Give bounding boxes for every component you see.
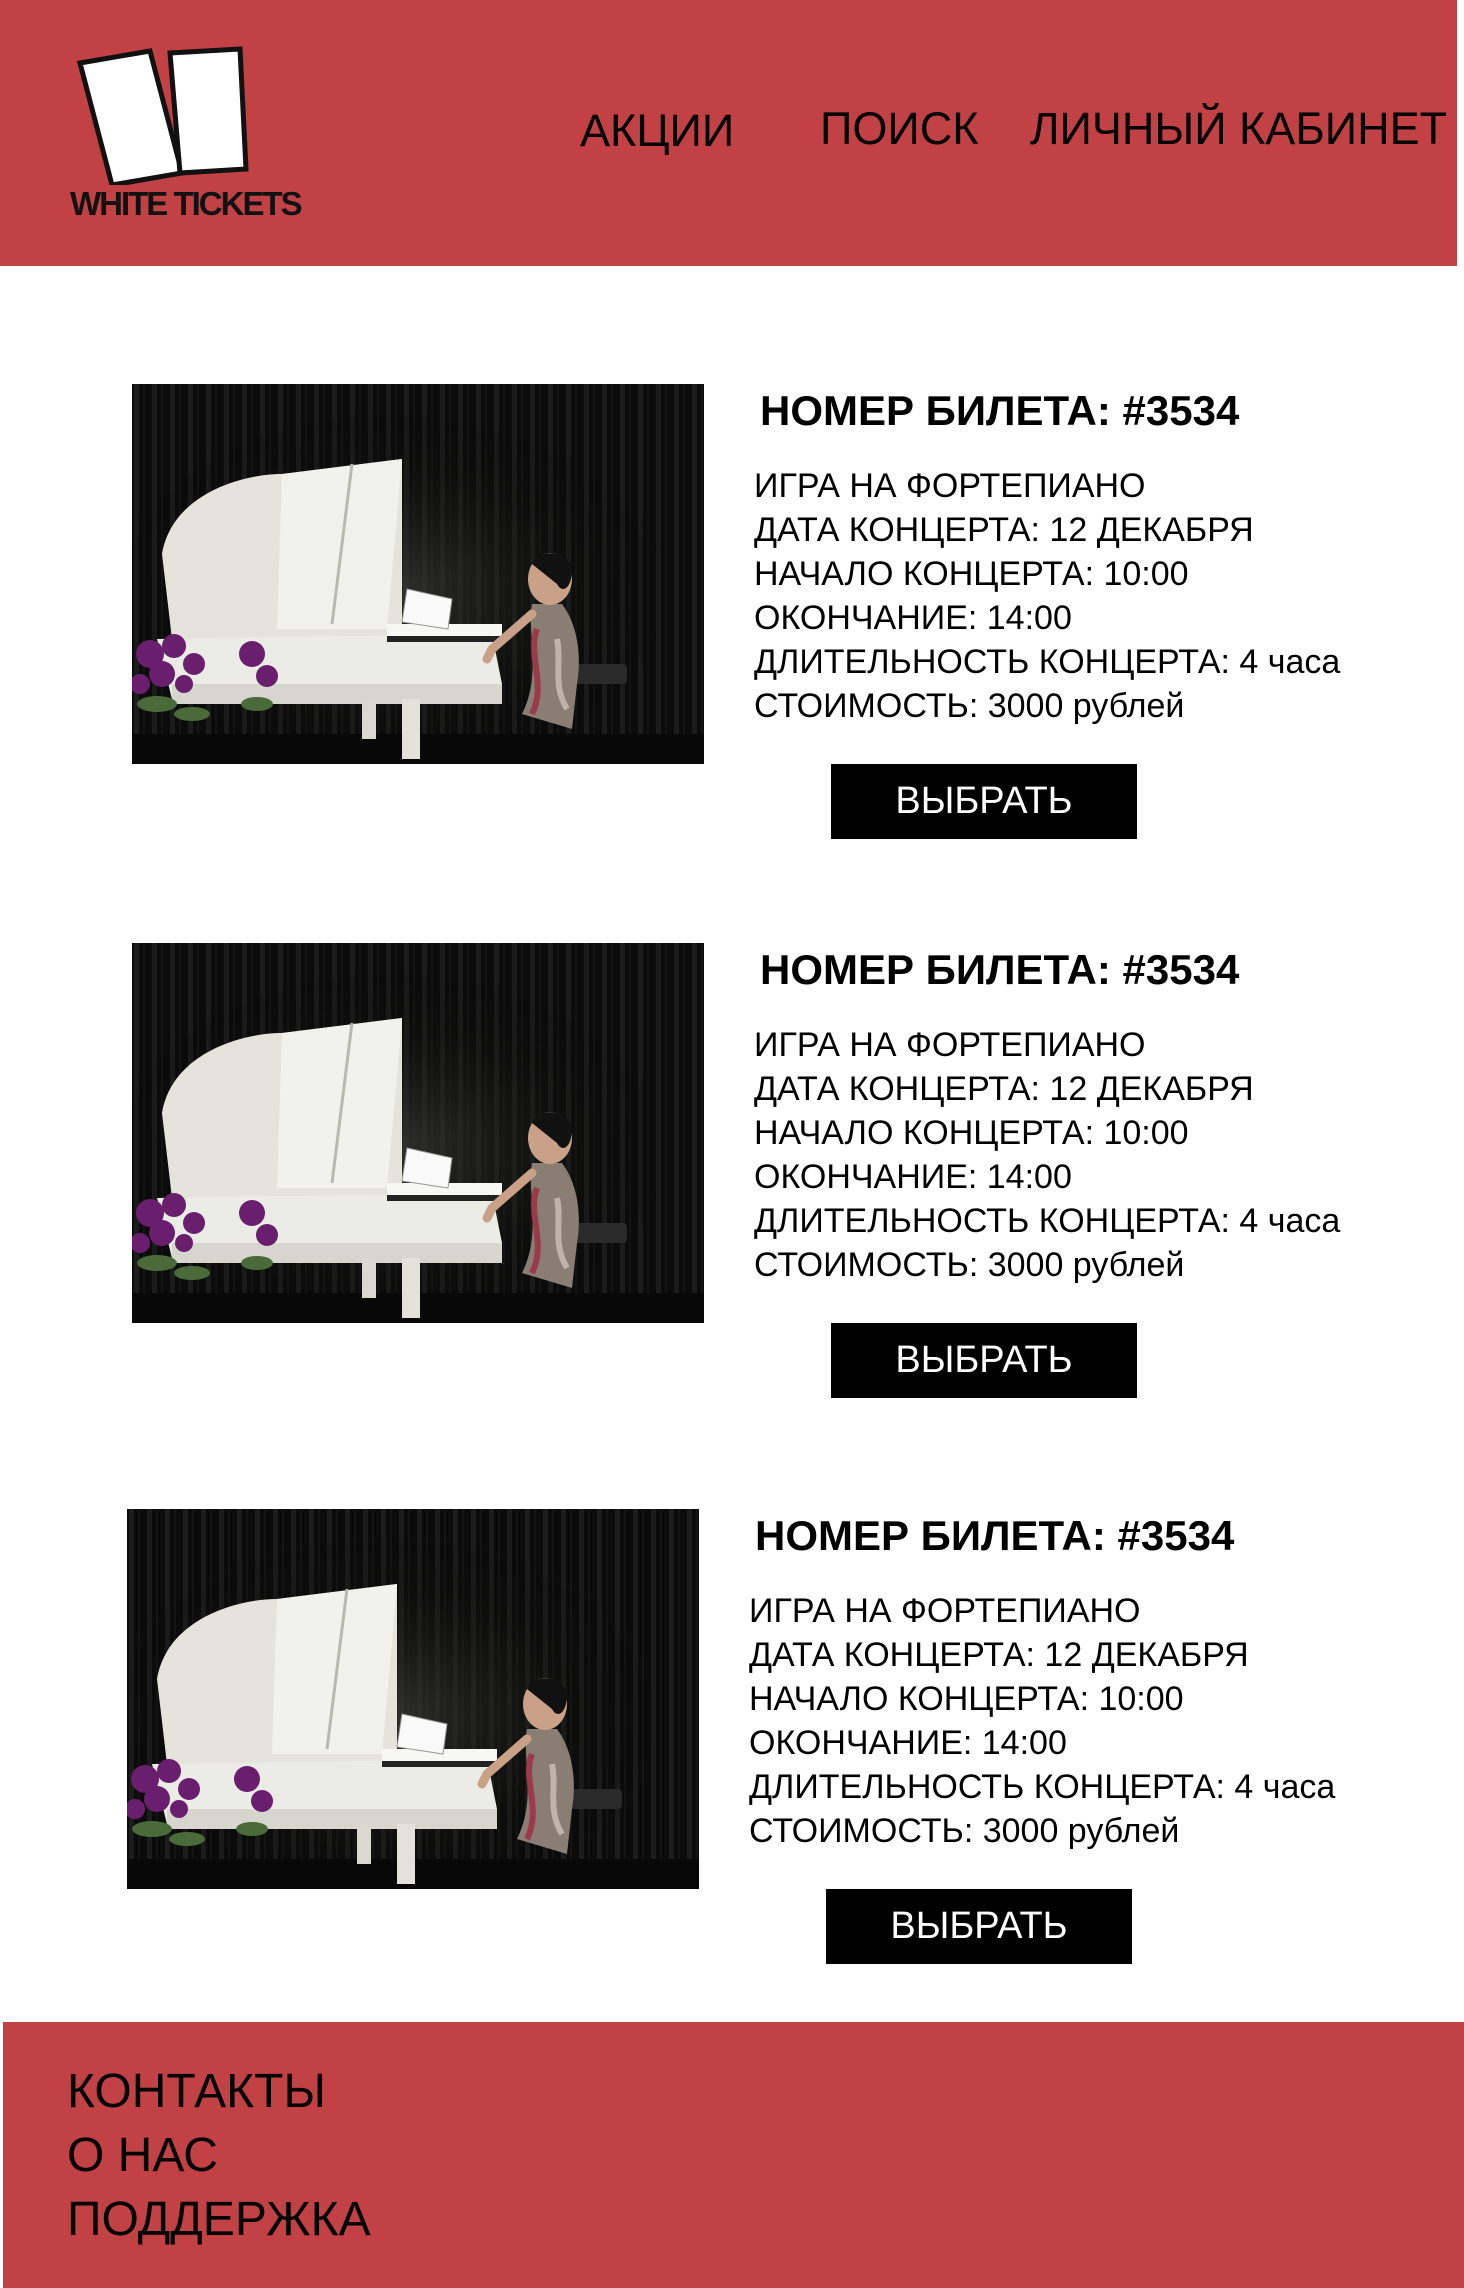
concert-type: ИГРА НА ФОРТЕПИАНО — [754, 467, 1146, 505]
ticket-number: НОМЕР БИЛЕТА: #3534 — [755, 1512, 1235, 1559]
ticket-card: НОМЕР БИЛЕТА: #3534 ИГРА НА ФОРТЕПИАНО Д… — [132, 943, 1432, 1413]
ticket-card: НОМЕР БИЛЕТА: #3534 ИГРА НА ФОРТЕПИАНО Д… — [132, 384, 1432, 854]
footer-support-link[interactable]: ПОДДЕРЖКА — [67, 2188, 371, 2252]
site-header: WHITE TICKETS АКЦИИ ПОИСК ЛИЧНЫЙ КАБИНЕТ — [0, 0, 1457, 266]
concert-duration: ДЛИТЕЛЬНОСТЬ КОНЦЕРТА: 4 часа — [749, 1768, 1336, 1806]
nav-promos-link[interactable]: АКЦИИ — [580, 108, 734, 153]
concert-type: ИГРА НА ФОРТЕПИАНО — [749, 1592, 1141, 1630]
concert-duration: ДЛИТЕЛЬНОСТЬ КОНЦЕРТА: 4 часа — [754, 1202, 1341, 1240]
concert-date: ДАТА КОНЦЕРТА: 12 ДЕКАБРЯ — [749, 1636, 1249, 1674]
ticket-details: ИГРА НА ФОРТЕПИАНО ДАТА КОНЦЕРТА: 12 ДЕК… — [749, 1589, 1335, 1853]
concert-photo — [132, 943, 704, 1323]
concert-start: НАЧАЛО КОНЦЕРТА: 10:00 — [749, 1680, 1184, 1718]
footer-contacts-link[interactable]: КОНТАКТЫ — [67, 2060, 371, 2124]
concert-end: ОКОНЧАНИЕ: 14:00 — [749, 1724, 1067, 1762]
ticket-number: НОМЕР БИЛЕТА: #3534 — [760, 946, 1240, 993]
nav-account-link[interactable]: ЛИЧНЫЙ КАБИНЕТ — [1030, 106, 1447, 151]
site-footer: КОНТАКТЫ О НАС ПОДДЕРЖКА — [3, 2022, 1464, 2288]
select-ticket-button[interactable]: ВЫБРАТЬ — [831, 764, 1137, 839]
ticket-card: НОМЕР БИЛЕТА: #3534 ИГРА НА ФОРТЕПИАНО Д… — [127, 1509, 1427, 1979]
concert-start: НАЧАЛО КОНЦЕРТА: 10:00 — [754, 555, 1189, 593]
concert-start: НАЧАЛО КОНЦЕРТА: 10:00 — [754, 1114, 1189, 1152]
concert-type: ИГРА НА ФОРТЕПИАНО — [754, 1026, 1146, 1064]
ticket-price: СТОИМОСТЬ: 3000 рублей — [754, 687, 1185, 725]
ticket-details: ИГРА НА ФОРТЕПИАНО ДАТА КОНЦЕРТА: 12 ДЕК… — [754, 1023, 1340, 1287]
tickets-logo-icon — [76, 46, 249, 185]
concert-end: ОКОНЧАНИЕ: 14:00 — [754, 599, 1072, 637]
concert-date: ДАТА КОНЦЕРТА: 12 ДЕКАБРЯ — [754, 1070, 1254, 1108]
concert-duration: ДЛИТЕЛЬНОСТЬ КОНЦЕРТА: 4 часа — [754, 643, 1341, 681]
nav-search-link[interactable]: ПОИСК — [820, 106, 978, 151]
white-tickets-logo[interactable]: WHITE TICKETS — [64, 45, 304, 235]
logo-text: WHITE TICKETS — [70, 185, 303, 222]
ticket-price: СТОИМОСТЬ: 3000 рублей — [749, 1812, 1180, 1850]
concert-photo — [127, 1509, 699, 1889]
footer-links: КОНТАКТЫ О НАС ПОДДЕРЖКА — [67, 2060, 371, 2252]
select-ticket-button[interactable]: ВЫБРАТЬ — [826, 1889, 1132, 1964]
select-ticket-button[interactable]: ВЫБРАТЬ — [831, 1323, 1137, 1398]
concert-photo — [132, 384, 704, 764]
ticket-price: СТОИМОСТЬ: 3000 рублей — [754, 1246, 1185, 1284]
ticket-details: ИГРА НА ФОРТЕПИАНО ДАТА КОНЦЕРТА: 12 ДЕК… — [754, 464, 1340, 728]
concert-end: ОКОНЧАНИЕ: 14:00 — [754, 1158, 1072, 1196]
concert-date: ДАТА КОНЦЕРТА: 12 ДЕКАБРЯ — [754, 511, 1254, 549]
ticket-number: НОМЕР БИЛЕТА: #3534 — [760, 387, 1240, 434]
footer-about-link[interactable]: О НАС — [67, 2124, 371, 2188]
